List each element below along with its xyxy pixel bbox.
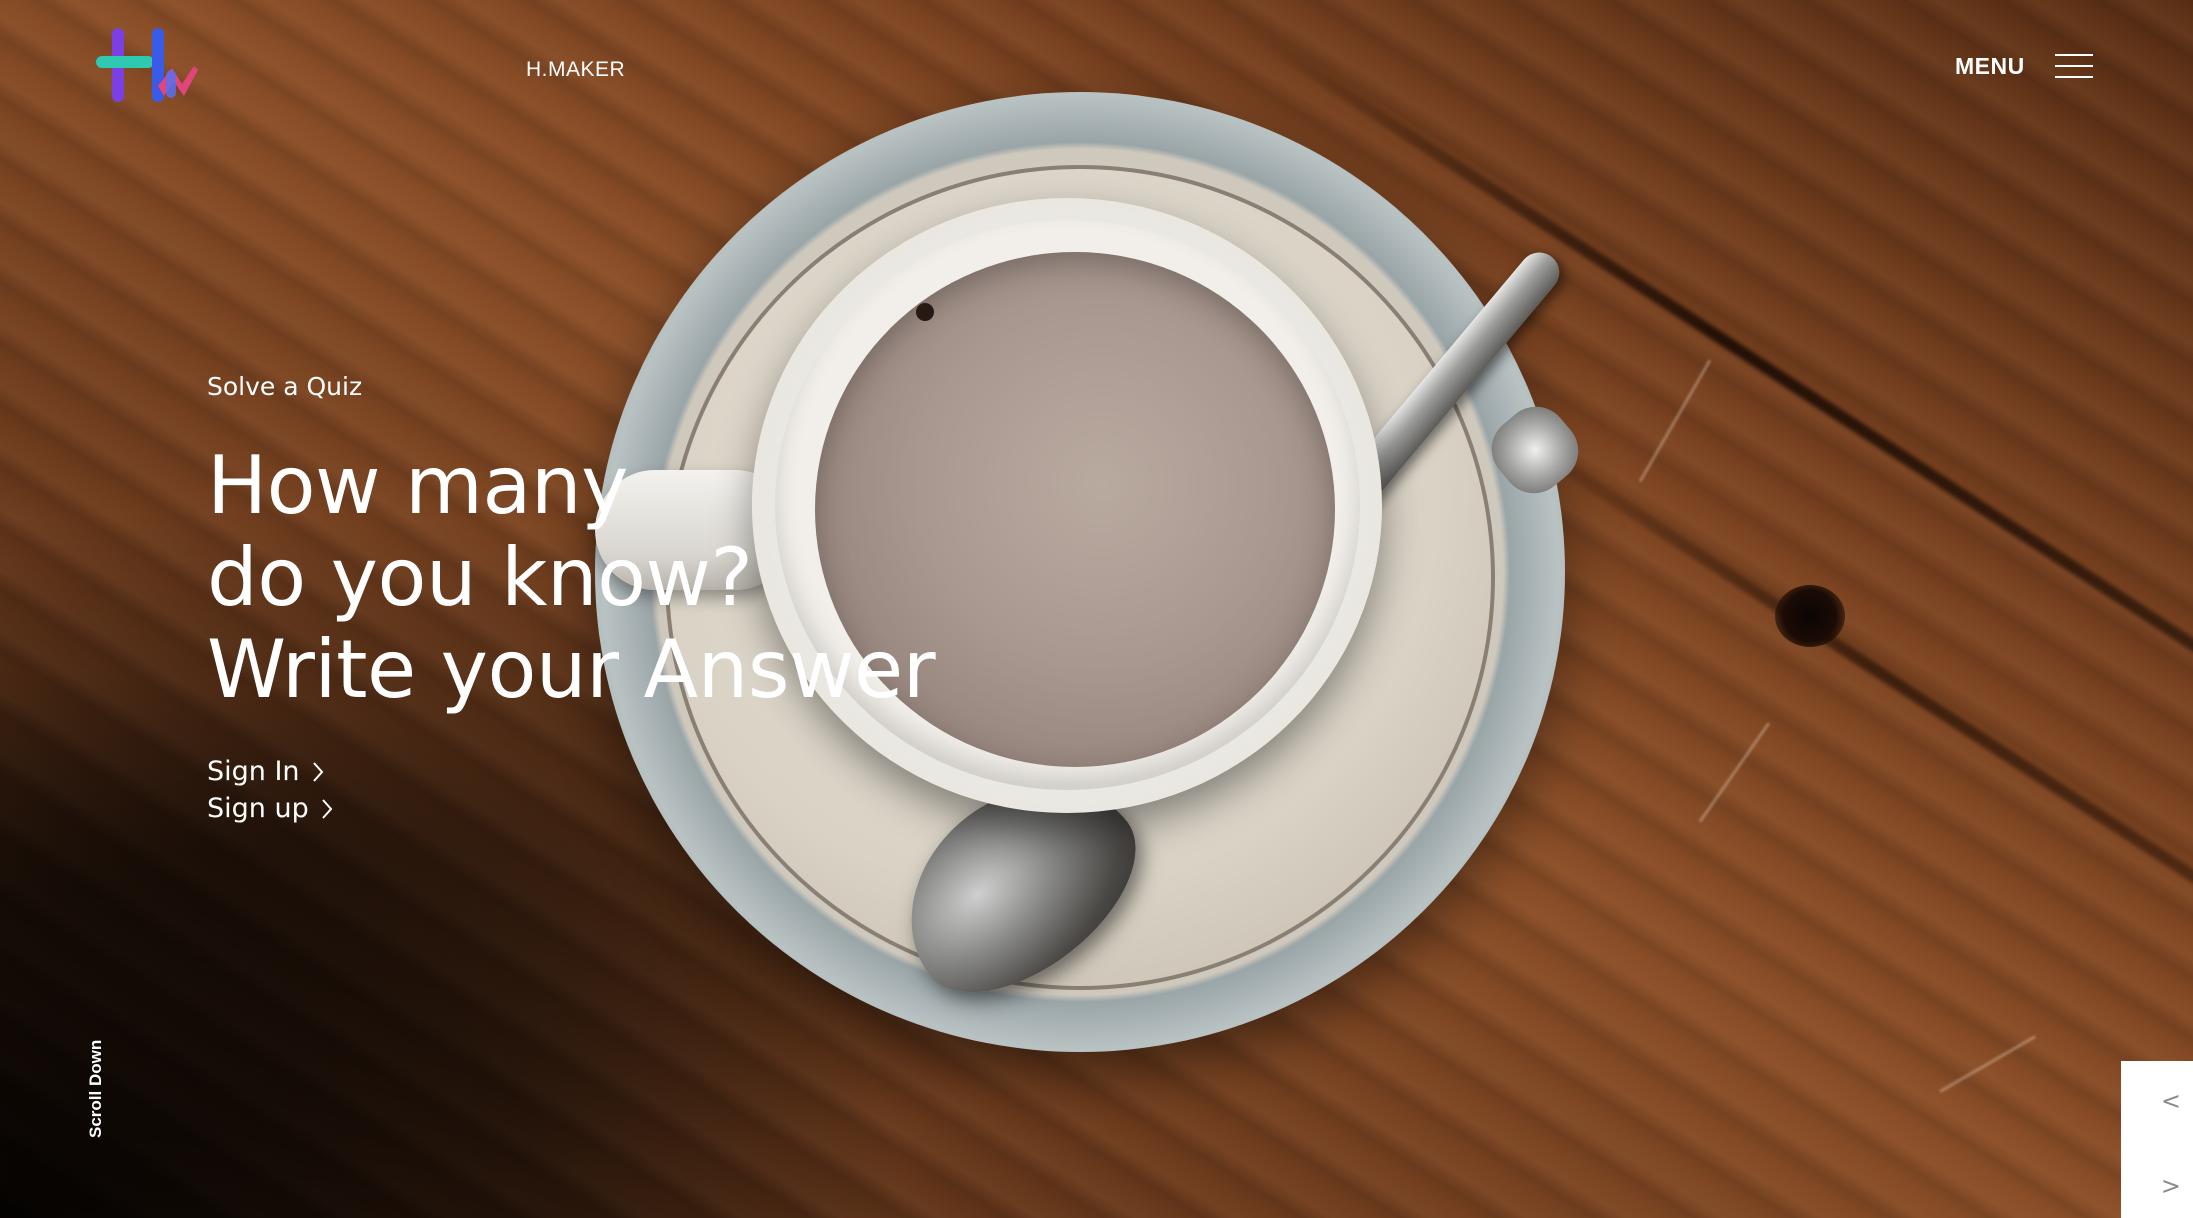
sign-in-label: Sign In: [207, 756, 300, 787]
headline-line: do you know?: [207, 531, 753, 624]
headline-line: Write your Answer: [207, 623, 936, 716]
slider-next-button[interactable]: >: [2161, 1174, 2181, 1198]
chevron-right-icon: [312, 761, 323, 782]
sign-up-link[interactable]: Sign up: [207, 793, 935, 824]
hero-eyebrow: Solve a Quiz: [207, 372, 363, 401]
scroll-down-hint[interactable]: Scroll Down: [86, 1040, 106, 1138]
landing-page: H.MAKER MENU Solve a Quiz How many do yo…: [0, 0, 2193, 1218]
wood-knot: [1775, 585, 1845, 647]
slider-nav: < >: [2121, 1061, 2193, 1218]
menu-label: MENU: [1955, 52, 2025, 79]
headline-line: How many: [207, 439, 628, 532]
chevron-right-icon: [321, 798, 333, 819]
auth-links: Sign In Sign up: [207, 756, 935, 824]
hmaker-logo-icon[interactable]: [96, 26, 204, 106]
coffee-speck: [916, 303, 934, 321]
sign-up-label: Sign up: [207, 793, 309, 824]
sign-in-link[interactable]: Sign In: [207, 756, 935, 787]
slider-prev-button[interactable]: <: [2161, 1089, 2181, 1113]
hero-headline: How many do you know? Write your Answer: [207, 439, 936, 716]
hamburger-icon: [2054, 52, 2093, 80]
menu-button[interactable]: MENU: [1955, 52, 2093, 80]
hero-content: Solve a Quiz How many do you know? Write…: [207, 372, 936, 824]
brand-name[interactable]: H.MAKER: [526, 58, 625, 82]
